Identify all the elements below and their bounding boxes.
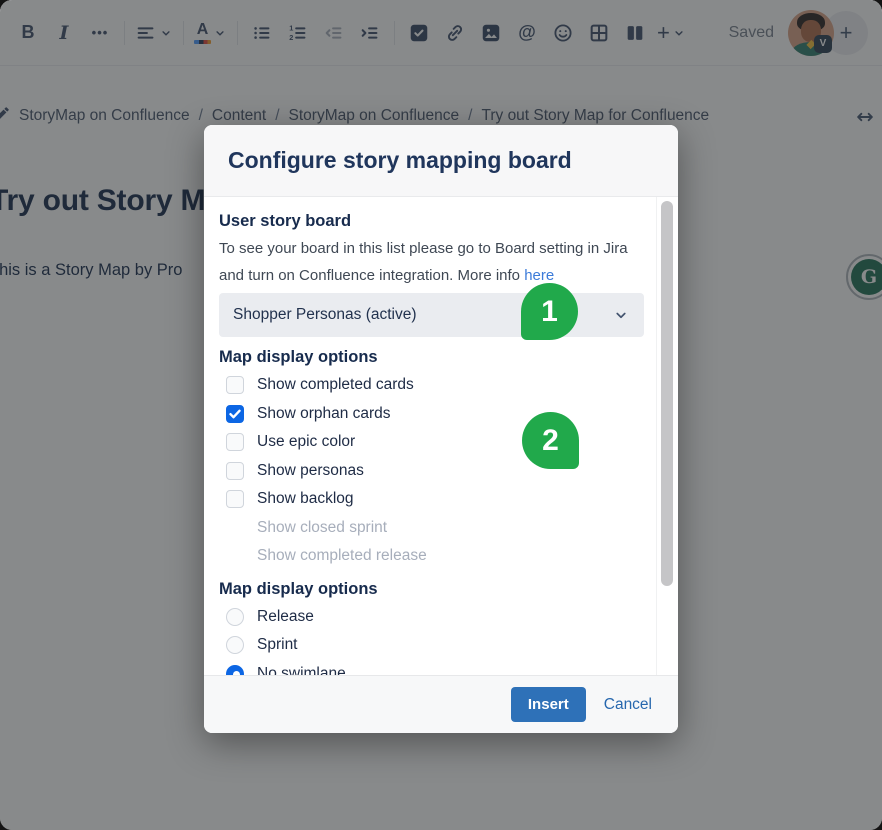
checkbox-row[interactable]: Show completed release — [219, 542, 644, 571]
radio-label: Sprint — [257, 636, 298, 654]
configure-board-modal: Configure story mapping board User story… — [204, 125, 678, 733]
step-badge-2: 2 — [522, 412, 579, 469]
checkbox-label: Show completed release — [257, 547, 427, 565]
chevron-down-icon — [612, 306, 630, 324]
checkbox-label: Show backlog — [257, 490, 354, 508]
checkbox-label: Show closed sprint — [257, 519, 387, 537]
check-icon — [229, 409, 241, 419]
board-select-value: Shopper Personas (active) — [233, 306, 417, 324]
radio-button[interactable] — [226, 608, 244, 626]
checkbox[interactable] — [226, 433, 244, 451]
checkbox[interactable] — [226, 462, 244, 480]
swimlane-options-heading: Map display options — [219, 579, 644, 599]
checkbox[interactable] — [226, 490, 244, 508]
checkbox-row[interactable]: Show closed sprint — [219, 514, 644, 543]
modal-footer: Insert Cancel — [204, 675, 678, 733]
radio-button[interactable] — [226, 665, 244, 675]
checkbox[interactable] — [226, 405, 244, 423]
checkbox[interactable] — [226, 376, 244, 394]
display-options-heading: Map display options — [219, 347, 644, 367]
radio-row[interactable]: Sprint — [219, 631, 644, 660]
modal-header: Configure story mapping board — [204, 125, 678, 197]
step-badge-1: 1 — [521, 283, 578, 340]
checkbox-label: Show orphan cards — [257, 405, 391, 423]
checkbox-label: Show personas — [257, 462, 364, 480]
radio-label: No swimlane — [257, 665, 346, 675]
modal-scrollbar[interactable] — [661, 201, 673, 586]
checkbox-label: Show completed cards — [257, 376, 414, 394]
app-window: B I ••• A 12 — [0, 0, 882, 830]
checkbox-row[interactable]: Show orphan cards — [219, 400, 644, 429]
checkbox-row[interactable]: Show personas — [219, 457, 644, 486]
board-select-dropdown[interactable]: Shopper Personas (active) — [219, 293, 644, 337]
radio-button[interactable] — [226, 636, 244, 654]
radio-row[interactable]: Release — [219, 603, 644, 632]
more-info-link[interactable]: here — [524, 267, 554, 284]
modal-body: User story board To see your board in th… — [204, 197, 678, 675]
board-section-heading: User story board — [219, 211, 644, 231]
modal-title: Configure story mapping board — [228, 147, 572, 174]
checkbox-row[interactable]: Use epic color — [219, 428, 644, 457]
cancel-button[interactable]: Cancel — [604, 696, 652, 714]
radio-row[interactable]: No swimlane — [219, 660, 644, 676]
checkbox-row[interactable]: Show backlog — [219, 485, 644, 514]
swimlane-options-list: Release Sprint No swimlane — [219, 603, 644, 676]
radio-label: Release — [257, 608, 314, 626]
insert-button[interactable]: Insert — [511, 687, 586, 722]
display-options-list: Show completed cards Show orphan cards — [219, 371, 644, 571]
scrollbar-gutter — [656, 197, 657, 675]
board-description: To see your board in this list please go… — [219, 235, 644, 289]
checkbox-label: Use epic color — [257, 433, 355, 451]
checkbox-row[interactable]: Show completed cards — [219, 371, 644, 400]
